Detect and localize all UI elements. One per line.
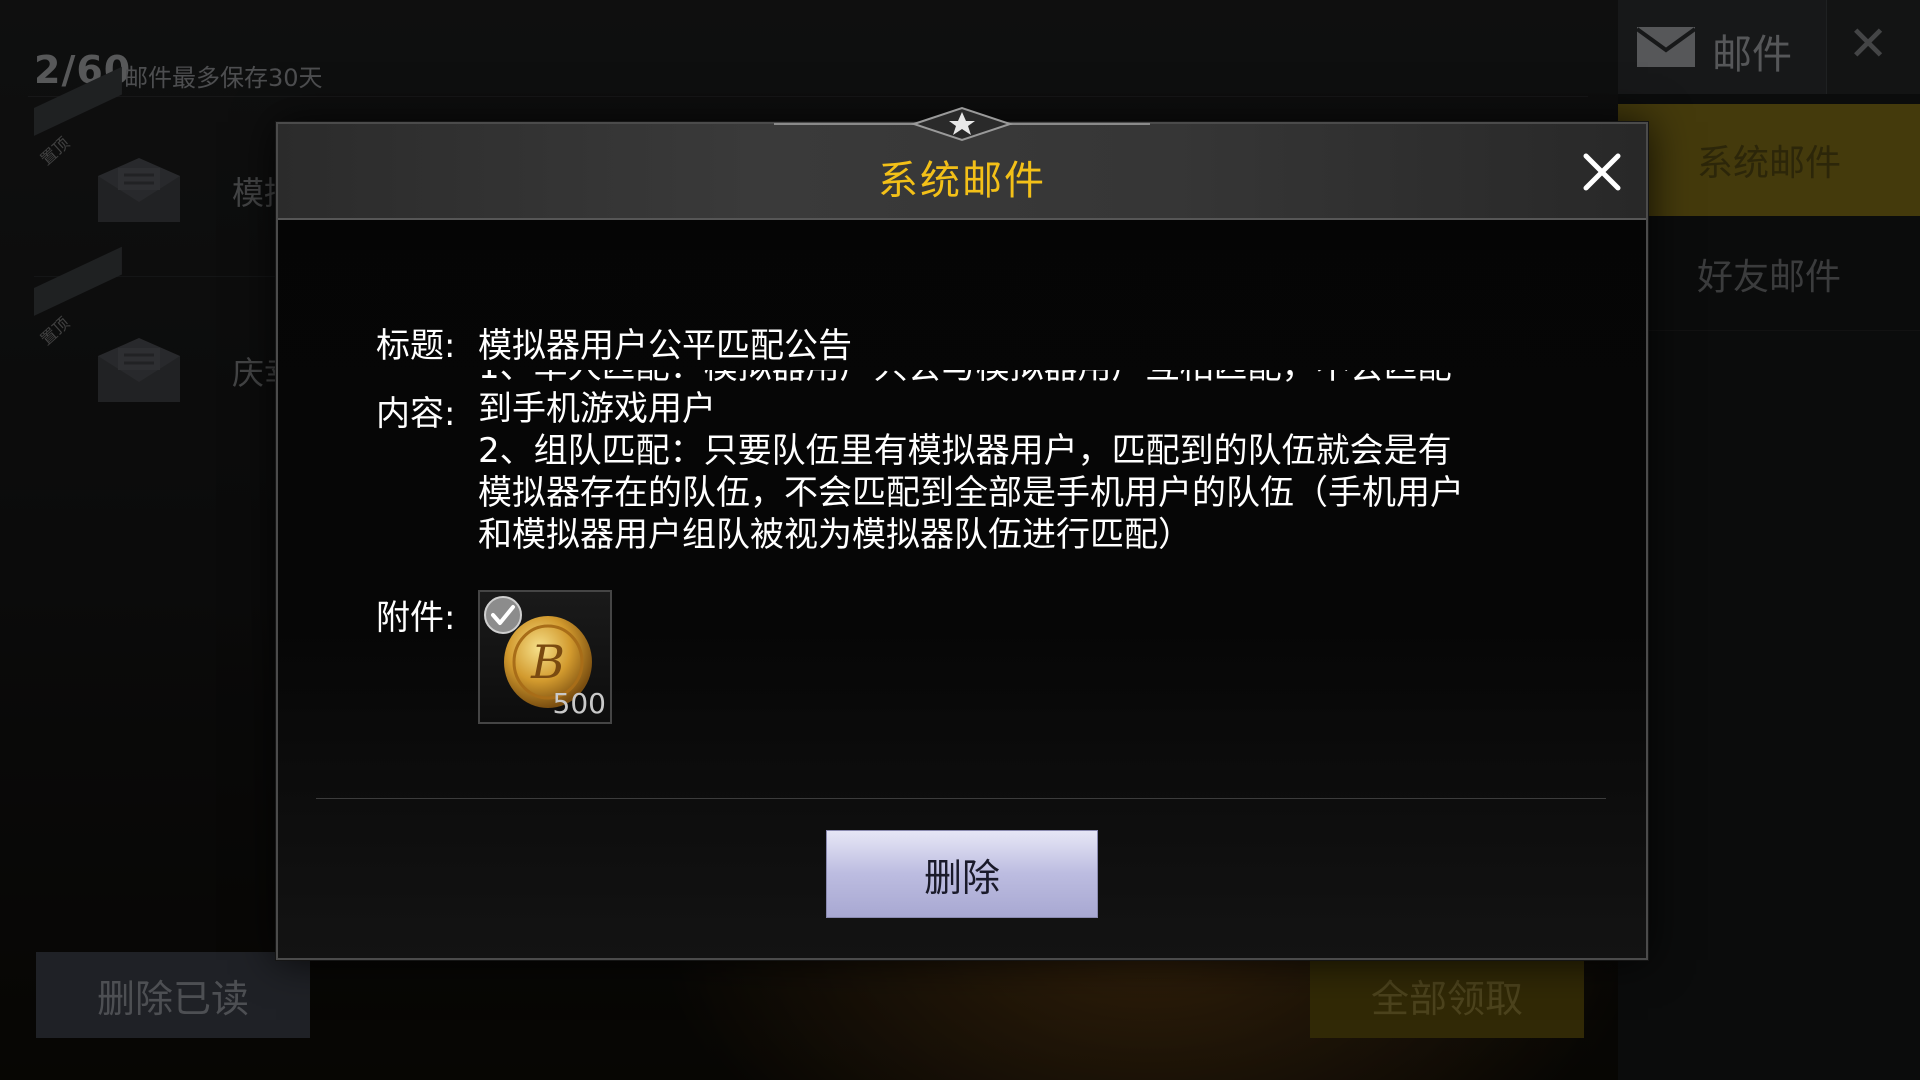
check-icon <box>484 596 522 634</box>
dialog-title: 系统邮件 <box>878 158 1046 204</box>
subject-label: 标题: <box>376 326 456 366</box>
attachment-quantity: 500 <box>552 687 606 720</box>
content-line: 和模拟器用户组队被视为模拟器队伍进行匹配） <box>478 515 1192 555</box>
subject-value: 模拟器用户公平匹配公告 <box>478 326 852 366</box>
dialog-divider <box>316 798 1606 799</box>
content-line: 到手机游戏用户 <box>478 389 716 429</box>
content-line: 模拟器存在的队伍，不会匹配到全部是手机用户的队伍（手机用户 <box>478 473 1464 513</box>
svg-text:B: B <box>530 635 565 689</box>
close-icon[interactable] <box>1578 148 1626 196</box>
system-mail-dialog: 系统邮件 标题: 模拟器用户公平匹配公告 内容: 1、单人匹配：模拟器用户只会与… <box>276 106 1648 960</box>
content-line: 1、单人匹配：模拟器用户只会与模拟器用户互相匹配，不会匹配 <box>478 370 1538 388</box>
star-ornament-icon <box>774 106 1150 142</box>
delete-button[interactable]: 删除 <box>826 830 1098 918</box>
content-text: 1、单人匹配：模拟器用户只会与模拟器用户互相匹配，不会匹配 到手机游戏用户 2、… <box>478 370 1538 556</box>
attachment-label: 附件: <box>376 598 456 638</box>
content-line: 2、组队匹配：只要队伍里有模拟器用户，匹配到的队伍就会是有 <box>478 431 1452 471</box>
content-label: 内容: <box>376 394 456 434</box>
attachment-item[interactable]: B 500 <box>478 590 612 724</box>
content-scroll-area[interactable]: 1、单人匹配：模拟器用户只会与模拟器用户互相匹配，不会匹配 到手机游戏用户 2、… <box>478 370 1538 576</box>
